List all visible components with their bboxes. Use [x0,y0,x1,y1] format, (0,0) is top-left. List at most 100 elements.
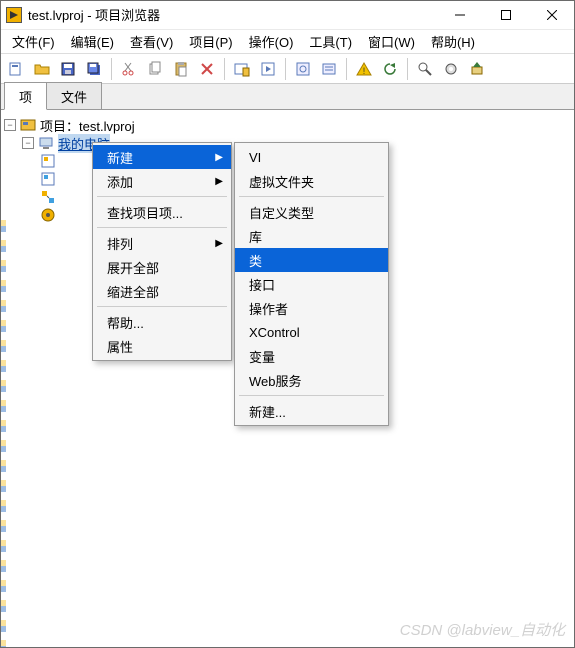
submenu-arrow-icon: ▶ [215,238,223,249]
settings-gear-icon[interactable] [439,57,463,81]
ctx-properties[interactable]: 属性 [93,334,231,358]
ctx-expand-all[interactable]: 展开全部 [93,255,231,279]
sub-class[interactable]: 类 [235,248,388,272]
ctx-label: 接口 [249,275,275,294]
ctx-label: 帮助... [107,313,144,332]
submenu-arrow-icon: ▶ [215,176,223,187]
ctx-find-project-items[interactable]: 查找项目项... [93,200,231,224]
tab-files[interactable]: 文件 [46,82,102,109]
close-button[interactable] [529,0,575,30]
save-all-icon[interactable] [82,57,106,81]
vi-file-icon [40,153,56,169]
sub-new-more[interactable]: 新建... [235,399,388,423]
delete-icon[interactable] [195,57,219,81]
ctx-label: 属性 [107,337,133,356]
toolbar-separator [346,58,347,80]
menu-window[interactable]: 窗口(W) [360,30,423,53]
sub-vi[interactable]: VI [235,145,388,169]
ctx-new[interactable]: 新建 ▶ [93,145,231,169]
ctx-label: 虚拟文件夹 [249,172,314,191]
sub-custom-type[interactable]: 自定义类型 [235,200,388,224]
options-icon[interactable] [317,57,341,81]
toolbar-separator [285,58,286,80]
project-tree: − 项目：test.lvproj − 我的电脑 新建 ▶ 添加 ▶ 查找项目项.… [0,110,575,648]
context-menu: 新建 ▶ 添加 ▶ 查找项目项... 排列 ▶ 展开全部 缩进全部 帮助... … [92,142,232,361]
ctx-label: 自定义类型 [249,203,314,222]
title-bar: test.lvproj - 项目浏览器 [0,0,575,30]
save-icon[interactable] [56,57,80,81]
tab-items[interactable]: 项 [4,82,47,110]
menu-edit[interactable]: 编辑(E) [63,30,122,53]
sub-actor[interactable]: 操作者 [235,296,388,320]
warning-icon[interactable]: ! [352,57,376,81]
cut-icon[interactable] [117,57,141,81]
submenu-arrow-icon: ▶ [215,152,223,163]
paste-icon[interactable] [169,57,193,81]
sub-variable[interactable]: 变量 [235,344,388,368]
collapse-icon[interactable]: − [22,137,34,149]
toolbar: ! [0,54,575,84]
menu-help[interactable]: 帮助(H) [423,30,483,53]
menu-separator [239,196,384,197]
ctx-label: 添加 [107,172,133,191]
ctx-label: 新建... [249,402,286,421]
menu-project[interactable]: 项目(P) [181,30,240,53]
new-vi-icon[interactable] [4,57,28,81]
ctx-label: VI [249,150,261,165]
sub-xcontrol[interactable]: XControl [235,320,388,344]
menu-bar: 文件(F) 编辑(E) 查看(V) 项目(P) 操作(O) 工具(T) 窗口(W… [0,30,575,54]
menu-separator [97,196,227,197]
project-icon [20,117,36,133]
computer-icon [38,135,54,151]
maximize-button[interactable] [483,0,529,30]
find-icon[interactable] [413,57,437,81]
copy-icon[interactable] [143,57,167,81]
sub-virtual-folder[interactable]: 虚拟文件夹 [235,169,388,193]
ctx-label: 新建 [107,148,133,167]
minimize-button[interactable] [437,0,483,30]
ctx-label: 变量 [249,347,275,366]
menu-separator [97,227,227,228]
menu-view[interactable]: 查看(V) [122,30,181,53]
decorative-strip [0,220,6,648]
ctx-label: 操作者 [249,299,288,318]
collapse-icon[interactable]: − [4,119,16,131]
sub-interface[interactable]: 接口 [235,272,388,296]
tab-strip: 项 文件 [0,84,575,110]
vi-file-icon [40,171,56,187]
refresh-icon[interactable] [378,57,402,81]
run-icon[interactable] [256,57,280,81]
dependencies-icon [40,189,56,205]
menu-separator [97,306,227,307]
submenu-new: VI 虚拟文件夹 自定义类型 库 类 接口 操作者 XControl 变量 We… [234,142,389,426]
ctx-label: 库 [249,227,262,246]
build-spec-icon [40,207,56,223]
toolbar-separator [224,58,225,80]
ctx-label: 排列 [107,234,133,253]
ctx-help[interactable]: 帮助... [93,310,231,334]
sub-web-service[interactable]: Web服务 [235,368,388,392]
menu-separator [239,395,384,396]
menu-tools[interactable]: 工具(T) [301,30,360,53]
tree-root-label: 项目：test.lvproj [40,116,135,135]
vi-props-icon[interactable] [230,57,254,81]
ctx-label: 类 [249,251,262,270]
window-controls [437,0,575,30]
ctx-add[interactable]: 添加 ▶ [93,169,231,193]
ctx-label: 查找项目项... [107,203,183,222]
deploy-icon[interactable] [465,57,489,81]
open-icon[interactable] [30,57,54,81]
menu-operate[interactable]: 操作(O) [241,30,302,53]
ctx-arrange[interactable]: 排列 ▶ [93,231,231,255]
app-icon [6,7,22,23]
ctx-label: 展开全部 [107,258,159,277]
tree-root-row[interactable]: − 项目：test.lvproj [4,116,571,134]
ctx-collapse-all[interactable]: 缩进全部 [93,279,231,303]
menu-file[interactable]: 文件(F) [4,30,63,53]
config-icon[interactable] [291,57,315,81]
ctx-label: Web服务 [249,371,302,390]
sub-library[interactable]: 库 [235,224,388,248]
toolbar-separator [111,58,112,80]
ctx-label: XControl [249,325,300,340]
svg-text:!: ! [363,66,366,76]
